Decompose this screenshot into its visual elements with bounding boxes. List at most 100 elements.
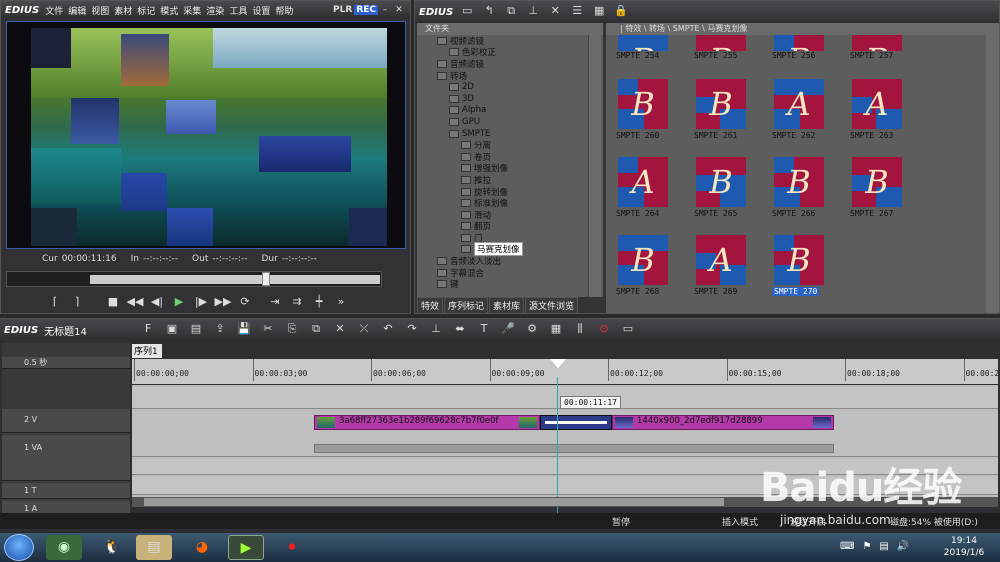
menu-item[interactable]: 设置 xyxy=(252,4,270,17)
network-icon[interactable]: ▤ xyxy=(879,541,888,552)
properties-icon[interactable]: ☰ xyxy=(569,4,585,20)
effects-tab[interactable]: 特效 xyxy=(417,296,444,314)
tree-scrollbar[interactable] xyxy=(588,35,601,297)
transition-block[interactable] xyxy=(540,415,612,430)
video-clip-2[interactable]: 1440x900_2d7edf917d28899 xyxy=(612,415,834,430)
menu-item[interactable]: 模式 xyxy=(160,4,178,17)
clip-icon[interactable]: ⧉ xyxy=(503,4,519,20)
effect-tile[interactable]: B xyxy=(696,79,746,129)
effect-tile[interactable]: B xyxy=(696,157,746,207)
open-icon[interactable]: ▤ xyxy=(188,322,204,338)
menu-item[interactable]: 文件 xyxy=(45,4,63,17)
tree-item[interactable]: 转场 xyxy=(417,70,603,82)
keyboard-icon[interactable]: ⌨ xyxy=(840,541,854,552)
effect-tile[interactable]: A xyxy=(852,79,902,129)
cut-icon[interactable]: ✂ xyxy=(260,322,276,338)
firefox-icon[interactable]: ◕ xyxy=(184,535,220,560)
tree-item[interactable]: 音频滤镜 xyxy=(417,58,603,70)
menu-item[interactable]: 帮助 xyxy=(275,4,293,17)
lock-icon[interactable]: 🔒 xyxy=(613,4,629,20)
more-icon[interactable]: » xyxy=(330,293,352,311)
plr-label[interactable]: PLR xyxy=(333,5,352,15)
tree-item[interactable]: 马赛克划像 xyxy=(417,242,603,257)
view-icon[interactable]: ▦ xyxy=(591,4,607,20)
delete-icon[interactable]: ✕ xyxy=(547,4,563,20)
menu-item[interactable]: 采集 xyxy=(183,4,201,17)
ripple-icon[interactable]: ⬌ xyxy=(452,322,468,338)
volume-icon[interactable]: 🔊 xyxy=(897,541,909,552)
tree-item[interactable]: 音频淡入淡出 xyxy=(417,255,603,267)
save-icon[interactable]: ▣ xyxy=(164,322,180,338)
step-forward-icon[interactable]: |▶ xyxy=(190,293,212,311)
rewind-icon[interactable]: ◀◀ xyxy=(124,293,146,311)
tree-item[interactable]: 翻页 xyxy=(417,221,603,232)
scrub-bar[interactable] xyxy=(6,271,382,287)
snap-icon[interactable]: ⊥ xyxy=(428,322,444,338)
mic-icon[interactable]: 🎤 xyxy=(500,322,516,338)
grid-scrollbar[interactable] xyxy=(986,23,999,313)
menu-item[interactable]: 编辑 xyxy=(68,4,86,17)
playhead-marker[interactable] xyxy=(550,359,566,368)
minimize-icon[interactable]: – xyxy=(378,5,392,15)
copy-icon[interactable]: ⎘ xyxy=(284,322,300,338)
grid-icon[interactable]: ▦ xyxy=(548,322,564,338)
ripple-delete-icon[interactable]: ⤫ xyxy=(356,322,372,338)
paste-icon[interactable]: ⧉ xyxy=(308,322,324,338)
tree-item[interactable]: 滑动 xyxy=(417,209,603,221)
render-icon[interactable]: ⚙ xyxy=(524,322,540,338)
playhead-line[interactable] xyxy=(557,377,558,517)
redo-icon[interactable]: ↷ xyxy=(404,322,420,338)
effects-tab[interactable]: 素材库 xyxy=(489,296,525,314)
overwrite-icon[interactable]: ⇉ xyxy=(286,293,308,311)
step-back-icon[interactable]: ◀| xyxy=(146,293,168,311)
close-icon[interactable]: ✕ xyxy=(392,5,406,15)
save-project-icon[interactable]: 💾 xyxy=(236,322,252,338)
stop-icon[interactable]: ■ xyxy=(102,293,124,311)
effect-tile[interactable]: B xyxy=(618,235,668,285)
rec-label[interactable]: REC xyxy=(354,5,378,15)
tree-item[interactable]: 色彩校正 xyxy=(417,47,603,58)
layout-icon[interactable]: ▭ xyxy=(620,322,636,338)
effect-tile[interactable]: B xyxy=(696,35,746,51)
track-header-1t[interactable]: 1 T xyxy=(2,483,130,499)
sequence-tab[interactable]: 序列1 xyxy=(132,344,162,358)
effect-tile[interactable]: B xyxy=(852,157,902,207)
tree-item[interactable]: Alpha xyxy=(417,105,603,117)
edius-taskbar-icon[interactable]: ▶ xyxy=(228,535,264,560)
tree-item[interactable]: 键 xyxy=(417,278,603,290)
fast-forward-icon[interactable]: ▶▶ xyxy=(212,293,234,311)
title-icon[interactable]: T xyxy=(476,322,492,338)
tree-item[interactable]: 推拉 xyxy=(417,174,603,186)
menu-item[interactable]: 视图 xyxy=(91,4,109,17)
folder-icon[interactable]: ▭ xyxy=(459,4,475,20)
track-header-2v[interactable]: 2 V xyxy=(2,409,130,433)
effect-tile[interactable]: A xyxy=(696,235,746,285)
undo-icon[interactable]: ↶ xyxy=(380,322,396,338)
new-sequence-icon[interactable]: F xyxy=(140,322,156,338)
effect-tile[interactable]: B xyxy=(774,35,824,51)
360-browser-icon[interactable]: ◉ xyxy=(46,535,82,560)
effects-tab[interactable]: 序列标记 xyxy=(444,296,489,314)
flag-icon[interactable]: ⚑ xyxy=(862,541,871,552)
effect-tile[interactable]: B xyxy=(852,35,902,51)
timeline-scroll-thumb[interactable] xyxy=(144,498,724,506)
tree-item[interactable]: 增强划像 xyxy=(417,163,603,174)
qq-icon[interactable]: 🐧 xyxy=(94,535,130,560)
loop-icon[interactable]: ⟳ xyxy=(234,293,256,311)
insert-to-timeline-icon[interactable]: ⇥ xyxy=(264,293,286,311)
effect-tile[interactable]: A xyxy=(774,79,824,129)
preview-monitor[interactable] xyxy=(6,21,406,249)
set-out-icon[interactable]: ⌉ xyxy=(66,293,88,311)
effect-tile[interactable]: B xyxy=(774,235,824,285)
tree-item[interactable]: 标准划像 xyxy=(417,197,603,209)
clock[interactable]: 19:14 2019/1/6 xyxy=(930,535,998,559)
export-icon[interactable]: ⇪ xyxy=(212,322,228,338)
split-icon[interactable]: ┿ xyxy=(308,293,330,311)
set-in-icon[interactable]: ⌈ xyxy=(44,293,66,311)
tree-item[interactable]: SMPTE xyxy=(417,128,603,140)
menu-item[interactable]: 渲染 xyxy=(206,4,224,17)
tree-item[interactable]: 字幕混合 xyxy=(417,267,603,279)
scrub-handle[interactable] xyxy=(262,272,270,286)
start-button[interactable] xyxy=(4,534,34,561)
tree-item[interactable]: GPU xyxy=(417,116,603,128)
